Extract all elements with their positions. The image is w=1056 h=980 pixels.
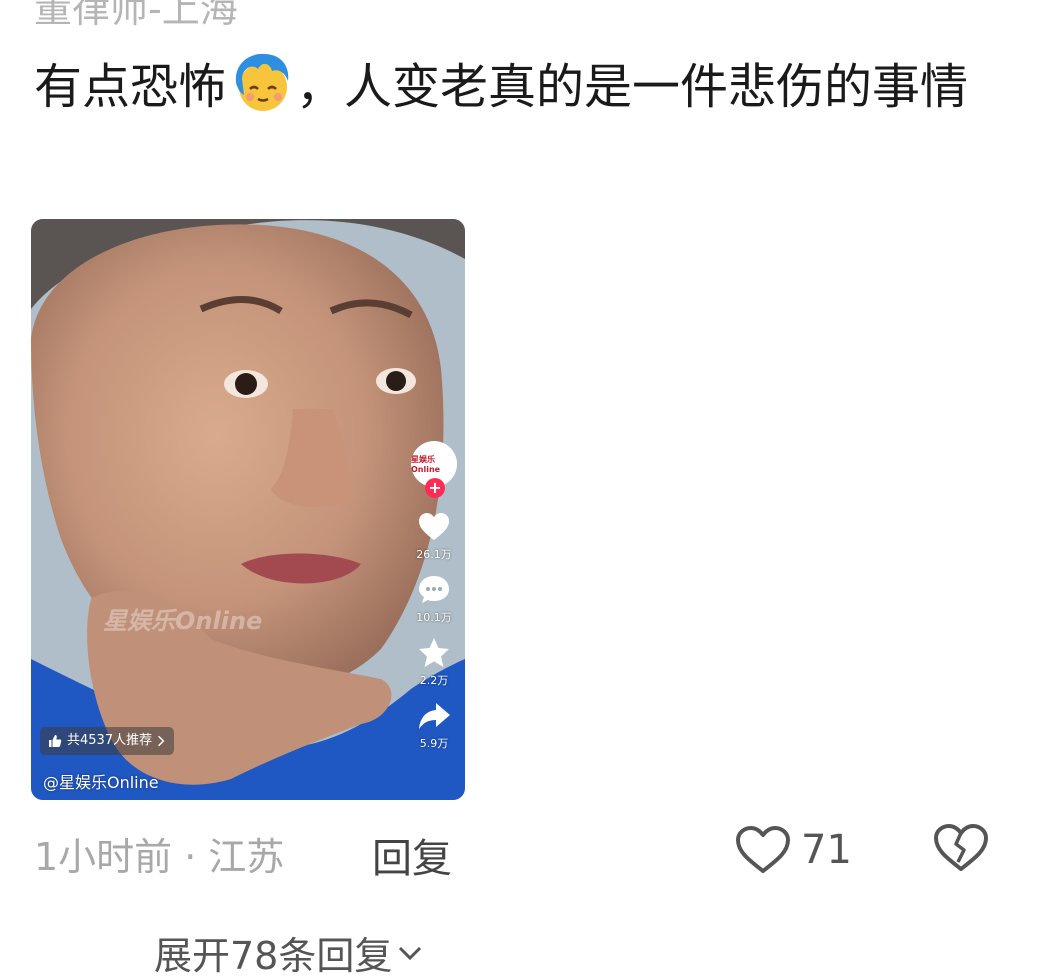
video-comment-count: 10.1万 [416, 611, 452, 624]
shy-face-emoji-icon [228, 49, 294, 115]
video-thumbnail[interactable]: 星娱乐Online 星娱乐Online + 26.1万 10.1万 2.2万 5… [31, 219, 465, 800]
recommend-text: 共4537人推荐 [67, 733, 153, 748]
video-like-action[interactable]: 26.1万 [416, 511, 452, 562]
dislike-button[interactable] [933, 822, 989, 874]
video-comment-action[interactable]: 10.1万 [416, 574, 452, 625]
video-author-avatar[interactable]: 星娱乐Online + [411, 441, 457, 499]
reply-button[interactable]: 回复 [372, 826, 452, 884]
heart-icon [419, 513, 449, 540]
comment-text-part-1: 有点恐怖 [34, 59, 227, 115]
comment-author[interactable]: 董律师-上海 [34, 0, 238, 33]
comment-icon [419, 576, 449, 603]
share-icon [419, 703, 450, 729]
like-button[interactable]: 71 [735, 822, 852, 878]
video-favorite-action[interactable]: 2.2万 [417, 637, 451, 688]
video-share-action[interactable]: 5.9万 [417, 700, 451, 751]
comment-time-location: 1小时前 · 江苏 [34, 835, 285, 879]
recommend-badge[interactable]: 共4537人推荐 [40, 727, 175, 755]
like-count: 71 [801, 827, 852, 873]
star-icon [419, 638, 449, 667]
video-share-count: 5.9万 [419, 737, 449, 750]
video-like-count: 26.1万 [416, 548, 452, 561]
chevron-right-icon [158, 735, 165, 747]
comment-text: 有点恐怖 ，人变老真的是一件悲伤的事情 [34, 48, 1014, 126]
video-favorite-count: 2.2万 [419, 674, 449, 687]
expand-replies-button[interactable]: 展开78条回复 [154, 925, 422, 980]
like-heart-icon [736, 826, 790, 873]
comment-text-part-2: ，人变老真的是一件悲伤的事情 [296, 59, 969, 115]
expand-replies-label: 展开78条回复 [154, 934, 393, 978]
broken-heart-icon [934, 824, 988, 871]
follow-plus-icon[interactable]: + [425, 478, 445, 498]
video-watermark: 星娱乐Online [103, 607, 263, 635]
thumb-up-icon [49, 735, 62, 747]
chevron-down-icon [399, 946, 422, 960]
video-frame-image [31, 219, 465, 800]
video-side-actions: 星娱乐Online + 26.1万 10.1万 2.2万 5.9万 [409, 441, 459, 751]
video-author-handle[interactable]: @星娱乐Online [43, 769, 159, 793]
